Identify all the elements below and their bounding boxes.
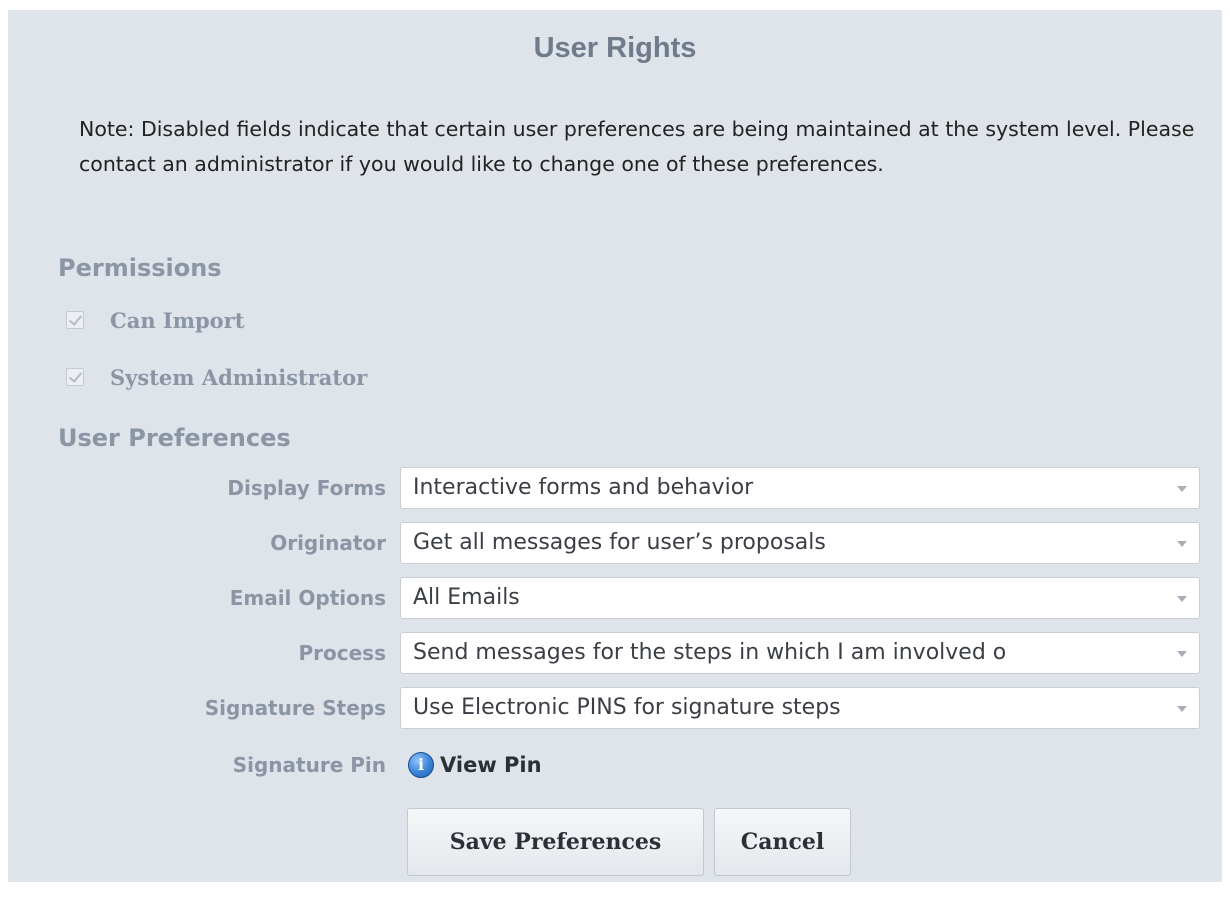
dropdown-arrow-icon — [1177, 706, 1187, 712]
checkmark-icon — [68, 312, 83, 326]
signature-steps-value: Use Electronic PINS for signature steps — [413, 695, 841, 720]
pref-originator: Originator Get all messages for user’s p… — [8, 522, 1208, 564]
originator-label: Originator — [270, 531, 386, 555]
process-select[interactable]: Send messages for the steps in which I a… — [400, 632, 1200, 674]
can-import-label: Can Import — [110, 307, 245, 333]
display-forms-label: Display Forms — [227, 476, 386, 500]
system-administrator-checkbox[interactable] — [66, 368, 84, 386]
pref-signature-pin: Signature Pin i View Pin — [8, 747, 1208, 783]
dropdown-arrow-icon — [1177, 651, 1187, 657]
user-rights-panel: User Rights Note: Disabled fields indica… — [8, 10, 1222, 882]
cancel-button[interactable]: Cancel — [714, 808, 851, 876]
can-import-checkbox[interactable] — [66, 311, 84, 329]
dropdown-arrow-icon — [1177, 596, 1187, 602]
email-options-select[interactable]: All Emails — [400, 577, 1200, 619]
originator-value: Get all messages for user’s proposals — [413, 530, 826, 555]
info-icon: i — [408, 752, 434, 778]
dropdown-arrow-icon — [1177, 541, 1187, 547]
email-options-value: All Emails — [413, 585, 520, 610]
view-pin-text: View Pin — [440, 753, 542, 777]
process-label: Process — [298, 641, 387, 665]
permission-can-import[interactable]: Can Import — [66, 307, 245, 333]
page-title: User Rights — [533, 32, 697, 64]
permissions-heading: Permissions — [58, 254, 222, 282]
email-options-label: Email Options — [229, 586, 386, 610]
pref-display-forms: Display Forms Interactive forms and beha… — [8, 467, 1208, 509]
pref-email-options: Email Options All Emails — [8, 577, 1208, 619]
dropdown-arrow-icon — [1177, 486, 1187, 492]
pref-signature-steps: Signature Steps Use Electronic PINS for … — [8, 687, 1208, 729]
originator-select[interactable]: Get all messages for user’s proposals — [400, 522, 1200, 564]
disabled-fields-note: Note: Disabled fields indicate that cert… — [79, 117, 1195, 176]
pref-process: Process Send messages for the steps in w… — [8, 632, 1208, 674]
checkmark-icon — [68, 369, 83, 383]
user-preferences-heading: User Preferences — [58, 424, 291, 452]
permission-system-administrator[interactable]: System Administrator — [66, 364, 368, 390]
display-forms-select[interactable]: Interactive forms and behavior — [400, 467, 1200, 509]
signature-steps-label: Signature Steps — [204, 696, 386, 720]
system-administrator-label: System Administrator — [110, 364, 368, 390]
save-preferences-button[interactable]: Save Preferences — [407, 808, 704, 876]
display-forms-value: Interactive forms and behavior — [413, 475, 754, 500]
process-value: Send messages for the steps in which I a… — [413, 640, 1007, 665]
signature-pin-label: Signature Pin — [232, 753, 386, 777]
view-pin-link[interactable]: i View Pin — [408, 751, 542, 779]
signature-steps-select[interactable]: Use Electronic PINS for signature steps — [400, 687, 1200, 729]
